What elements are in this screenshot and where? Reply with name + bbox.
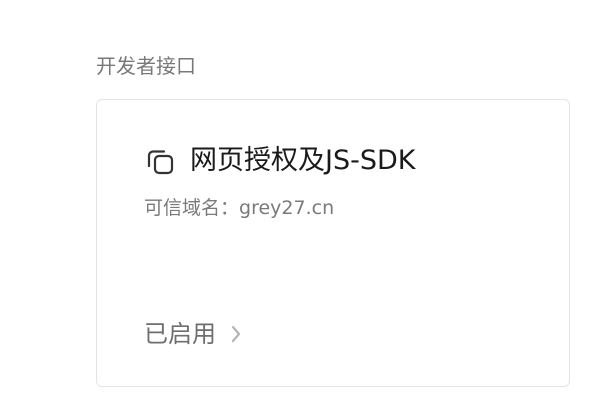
chevron-right-icon <box>230 324 242 344</box>
card-title: 网页授权及JS-SDK <box>190 145 416 176</box>
card-header: 网页授权及JS-SDK <box>144 144 415 178</box>
status-text: 已启用 <box>144 320 216 348</box>
trusted-domain-label: 可信域名： <box>144 197 240 219</box>
trusted-domain-value: grey27.cn <box>239 197 335 219</box>
copy-windows-icon <box>144 145 176 177</box>
section-title: 开发者接口 <box>96 54 196 78</box>
status-link[interactable]: 已启用 <box>144 318 242 350</box>
api-card: 网页授权及JS-SDK 可信域名：grey27.cn 已启用 <box>96 99 570 387</box>
trusted-domain: 可信域名：grey27.cn <box>144 196 334 220</box>
